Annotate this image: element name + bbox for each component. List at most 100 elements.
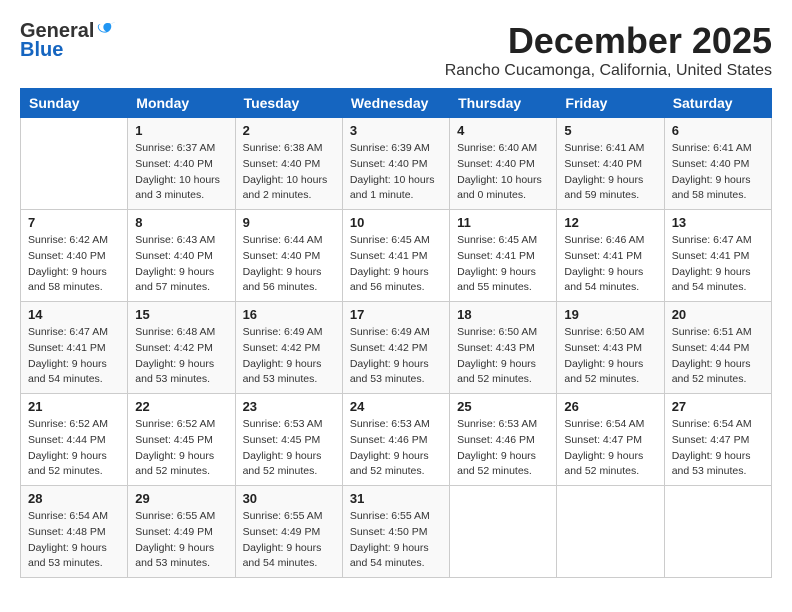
day-info: Sunrise: 6:44 AMSunset: 4:40 PMDaylight:… [243,233,335,296]
day-info: Sunrise: 6:39 AMSunset: 4:40 PMDaylight:… [350,141,442,204]
calendar-day-cell: 4Sunrise: 6:40 AMSunset: 4:40 PMDaylight… [450,118,557,210]
calendar-day-cell: 13Sunrise: 6:47 AMSunset: 4:41 PMDayligh… [664,210,771,302]
day-info: Sunrise: 6:45 AMSunset: 4:41 PMDaylight:… [457,233,549,296]
day-number: 22 [135,399,227,414]
calendar-day-cell: 6 Sunrise: 6:41 AMSunset: 4:40 PMDaylight… [664,118,771,210]
day-number: 15 [135,307,227,322]
page-header: General Blue December 2025 Rancho Cucamo… [20,20,772,80]
calendar-day-cell: 17 Sunrise: 6:49 AMSunset: 4:42 PMDayligh… [342,302,449,394]
calendar-day-cell [557,486,664,578]
calendar-day-cell: 23Sunrise: 6:53 AMSunset: 4:45 PMDayligh… [235,394,342,486]
day-info: Sunrise: 6:53 AMSunset: 4:46 PMDaylight:… [350,417,442,480]
day-info: Sunrise: 6:49 AMSunset: 4:42 PMDaylight:… [243,325,335,388]
calendar-day-cell: 10 Sunrise: 6:45 AMSunset: 4:41 PMDayligh… [342,210,449,302]
calendar-header-cell: Thursday [450,89,557,118]
calendar-week-row: 7 Sunrise: 6:42 AMSunset: 4:40 PMDaylight… [21,210,772,302]
day-info: Sunrise: 6:41 AMSunset: 4:40 PMDaylight:… [672,141,764,204]
day-number: 17 [350,307,442,322]
day-number: 27 [672,399,764,414]
calendar-day-cell: 5 Sunrise: 6:41 AMSunset: 4:40 PMDaylight… [557,118,664,210]
calendar-day-cell: 2 Sunrise: 6:38 AMSunset: 4:40 PMDaylight… [235,118,342,210]
calendar-day-cell: 9Sunrise: 6:44 AMSunset: 4:40 PMDaylight… [235,210,342,302]
logo-bird-icon [96,19,118,41]
calendar-day-cell: 1 Sunrise: 6:37 AMSunset: 4:40 PMDaylight… [128,118,235,210]
day-info: Sunrise: 6:54 AMSunset: 4:48 PMDaylight:… [28,509,120,572]
day-info: Sunrise: 6:52 AMSunset: 4:44 PMDaylight:… [28,417,120,480]
day-info: Sunrise: 6:43 AMSunset: 4:40 PMDaylight:… [135,233,227,296]
day-number: 18 [457,307,549,322]
day-info: Sunrise: 6:38 AMSunset: 4:40 PMDaylight:… [243,141,335,204]
day-number: 2 [243,123,335,138]
day-number: 16 [243,307,335,322]
calendar-header-cell: Sunday [21,89,128,118]
day-info: Sunrise: 6:47 AMSunset: 4:41 PMDaylight:… [28,325,120,388]
calendar-day-cell [21,118,128,210]
calendar-header-row: SundayMondayTuesdayWednesdayThursdayFrid… [21,89,772,118]
calendar-day-cell: 22 Sunrise: 6:52 AMSunset: 4:45 PMDayligh… [128,394,235,486]
calendar-day-cell: 15Sunrise: 6:48 AMSunset: 4:42 PMDayligh… [128,302,235,394]
day-number: 7 [28,215,120,230]
calendar-day-cell: 16 Sunrise: 6:49 AMSunset: 4:42 PMDayligh… [235,302,342,394]
day-number: 21 [28,399,120,414]
calendar-day-cell: 3 Sunrise: 6:39 AMSunset: 4:40 PMDaylight… [342,118,449,210]
day-number: 25 [457,399,549,414]
month-title: December 2025 [445,20,772,62]
day-info: Sunrise: 6:46 AMSunset: 4:41 PMDaylight:… [564,233,656,296]
day-info: Sunrise: 6:55 AMSunset: 4:49 PMDaylight:… [135,509,227,572]
calendar-day-cell: 27Sunrise: 6:54 AMSunset: 4:47 PMDayligh… [664,394,771,486]
day-number: 31 [350,491,442,506]
day-number: 12 [564,215,656,230]
day-number: 19 [564,307,656,322]
calendar-week-row: 21 Sunrise: 6:52 AMSunset: 4:44 PMDayligh… [21,394,772,486]
day-number: 6 [672,123,764,138]
calendar-day-cell: 30Sunrise: 6:55 AMSunset: 4:49 PMDayligh… [235,486,342,578]
day-info: Sunrise: 6:52 AMSunset: 4:45 PMDaylight:… [135,417,227,480]
title-area: December 2025 Rancho Cucamonga, Californ… [445,20,772,80]
calendar-day-cell: 7 Sunrise: 6:42 AMSunset: 4:40 PMDaylight… [21,210,128,302]
day-number: 1 [135,123,227,138]
day-number: 3 [350,123,442,138]
day-info: Sunrise: 6:50 AMSunset: 4:43 PMDaylight:… [457,325,549,388]
day-info: Sunrise: 6:41 AMSunset: 4:40 PMDaylight:… [564,141,656,204]
day-number: 11 [457,215,549,230]
day-info: Sunrise: 6:49 AMSunset: 4:42 PMDaylight:… [350,325,442,388]
day-info: Sunrise: 6:37 AMSunset: 4:40 PMDaylight:… [135,141,227,204]
calendar-day-cell [664,486,771,578]
calendar-day-cell: 24Sunrise: 6:53 AMSunset: 4:46 PMDayligh… [342,394,449,486]
calendar-week-row: 14 Sunrise: 6:47 AMSunset: 4:41 PMDayligh… [21,302,772,394]
calendar-day-cell: 11 Sunrise: 6:45 AMSunset: 4:41 PMDayligh… [450,210,557,302]
calendar-day-cell: 14 Sunrise: 6:47 AMSunset: 4:41 PMDayligh… [21,302,128,394]
day-info: Sunrise: 6:55 AMSunset: 4:50 PMDaylight:… [350,509,442,572]
logo-blue-text: Blue [20,39,63,62]
calendar-table: SundayMondayTuesdayWednesdayThursdayFrid… [20,88,772,578]
calendar-day-cell: 19 Sunrise: 6:50 AMSunset: 4:43 PMDayligh… [557,302,664,394]
day-number: 29 [135,491,227,506]
calendar-header-cell: Monday [128,89,235,118]
calendar-day-cell: 25 Sunrise: 6:53 AMSunset: 4:46 PMDayligh… [450,394,557,486]
calendar-day-cell: 31 Sunrise: 6:55 AMSunset: 4:50 PMDayligh… [342,486,449,578]
day-number: 14 [28,307,120,322]
day-info: Sunrise: 6:50 AMSunset: 4:43 PMDaylight:… [564,325,656,388]
day-info: Sunrise: 6:54 AMSunset: 4:47 PMDaylight:… [564,417,656,480]
calendar-day-cell: 26Sunrise: 6:54 AMSunset: 4:47 PMDayligh… [557,394,664,486]
calendar-day-cell: 21 Sunrise: 6:52 AMSunset: 4:44 PMDayligh… [21,394,128,486]
day-number: 8 [135,215,227,230]
calendar-day-cell: 20Sunrise: 6:51 AMSunset: 4:44 PMDayligh… [664,302,771,394]
calendar-header-cell: Wednesday [342,89,449,118]
day-number: 20 [672,307,764,322]
day-info: Sunrise: 6:45 AMSunset: 4:41 PMDaylight:… [350,233,442,296]
calendar-day-cell: 18 Sunrise: 6:50 AMSunset: 4:43 PMDayligh… [450,302,557,394]
calendar-day-cell: 12 Sunrise: 6:46 AMSunset: 4:41 PMDayligh… [557,210,664,302]
day-number: 10 [350,215,442,230]
calendar-day-cell [450,486,557,578]
day-number: 5 [564,123,656,138]
calendar-body: 1 Sunrise: 6:37 AMSunset: 4:40 PMDaylight… [21,118,772,578]
calendar-header-cell: Saturday [664,89,771,118]
location-title: Rancho Cucamonga, California, United Sta… [445,62,772,80]
logo: General Blue [20,20,118,62]
calendar-week-row: 1 Sunrise: 6:37 AMSunset: 4:40 PMDaylight… [21,118,772,210]
day-info: Sunrise: 6:40 AMSunset: 4:40 PMDaylight:… [457,141,549,204]
day-info: Sunrise: 6:42 AMSunset: 4:40 PMDaylight:… [28,233,120,296]
day-info: Sunrise: 6:53 AMSunset: 4:46 PMDaylight:… [457,417,549,480]
day-info: Sunrise: 6:47 AMSunset: 4:41 PMDaylight:… [672,233,764,296]
